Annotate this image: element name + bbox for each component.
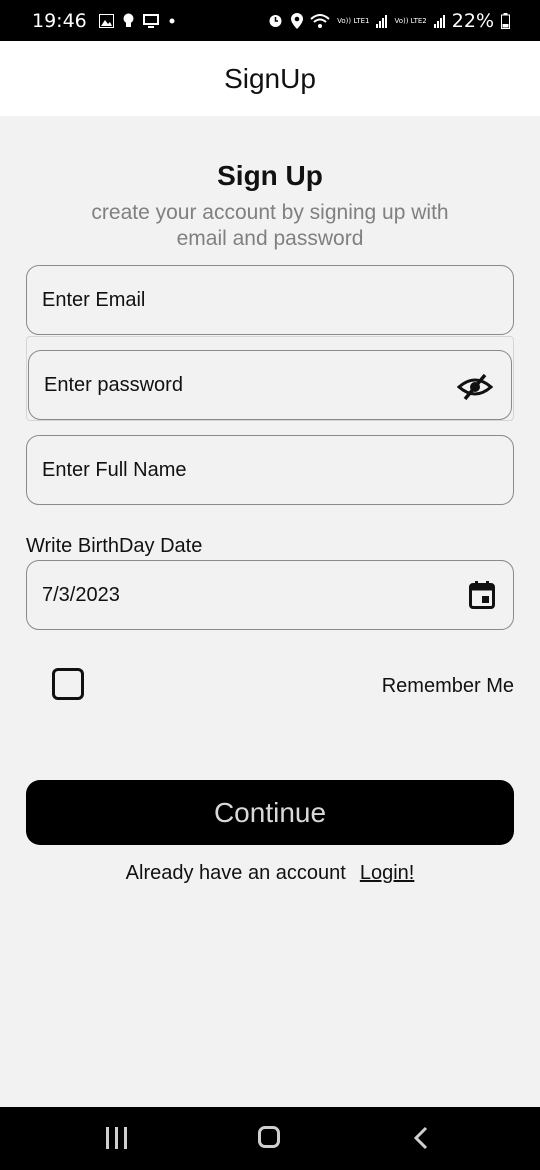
screen-icon bbox=[142, 13, 159, 28]
birthday-field[interactable]: 7/3/2023 bbox=[26, 560, 514, 630]
app-bar-title: SignUp bbox=[224, 62, 316, 94]
lte1-label: Vo)) LTE1 bbox=[337, 16, 370, 25]
calendar-icon[interactable] bbox=[469, 581, 495, 609]
continue-button-label: Continue bbox=[213, 796, 327, 828]
system-nav-bar bbox=[0, 1107, 540, 1170]
email-placeholder: Enter Email bbox=[42, 288, 146, 311]
visibility-off-icon[interactable] bbox=[457, 373, 493, 401]
login-prompt-text: Already have an account bbox=[125, 862, 346, 884]
dot-icon bbox=[169, 18, 175, 23]
birthday-value: 7/3/2023 bbox=[42, 583, 120, 606]
home-icon[interactable] bbox=[258, 1126, 280, 1148]
remember-me-checkbox[interactable] bbox=[52, 668, 84, 700]
fullname-field[interactable]: Enter Full Name bbox=[26, 435, 514, 505]
app-bar: SignUp bbox=[0, 41, 540, 116]
location-icon bbox=[291, 12, 304, 29]
login-prompt-row: Already have an account Login! bbox=[0, 862, 540, 885]
password-placeholder: Enter password bbox=[44, 373, 183, 396]
remember-me-label: Remember Me bbox=[381, 675, 514, 697]
wifi-icon bbox=[310, 13, 330, 28]
signal-icon bbox=[376, 14, 388, 28]
birthday-label: Write BirthDay Date bbox=[26, 535, 203, 557]
signal-icon-2 bbox=[433, 14, 445, 28]
login-link[interactable]: Login! bbox=[360, 862, 415, 884]
email-field[interactable]: Enter Email bbox=[26, 265, 514, 335]
battery-percent: 22% bbox=[451, 9, 494, 32]
back-icon[interactable] bbox=[410, 1126, 434, 1150]
gallery-icon bbox=[98, 13, 114, 28]
alarm-icon bbox=[269, 15, 282, 27]
bulb-icon bbox=[123, 13, 134, 27]
page-subtitle: create your account by signing up with e… bbox=[91, 201, 449, 250]
status-bar: 19:46 Vo)) LTE1 Vo)) LTE2 22% bbox=[0, 0, 540, 41]
fullname-placeholder: Enter Full Name bbox=[42, 458, 187, 481]
page-title: Sign Up bbox=[217, 160, 323, 191]
password-field[interactable]: Enter password bbox=[28, 350, 512, 420]
status-time: 19:46 bbox=[32, 9, 87, 32]
battery-icon bbox=[501, 12, 510, 29]
lte2-label: Vo)) LTE2 bbox=[394, 16, 427, 25]
recents-icon[interactable] bbox=[106, 1127, 128, 1149]
continue-button[interactable]: Continue bbox=[26, 780, 514, 845]
